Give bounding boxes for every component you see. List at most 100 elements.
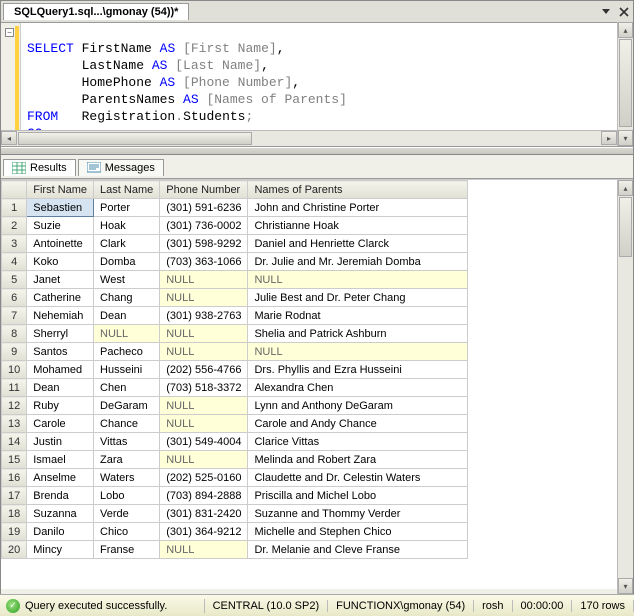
cell[interactable]: Danilo bbox=[27, 523, 94, 541]
row-number[interactable]: 8 bbox=[2, 325, 27, 343]
cell[interactable]: Michelle and Stephen Chico bbox=[248, 523, 468, 541]
cell[interactable]: Janet bbox=[27, 271, 94, 289]
table-row[interactable]: 16AnselmeWaters(202) 525-0160Claudette a… bbox=[2, 469, 468, 487]
cell[interactable]: Ismael bbox=[27, 451, 94, 469]
table-row[interactable]: 6CatherineChangNULLJulie Best and Dr. Pe… bbox=[2, 289, 468, 307]
row-number[interactable]: 12 bbox=[2, 397, 27, 415]
row-number[interactable]: 13 bbox=[2, 415, 27, 433]
table-row[interactable]: 9SantosPachecoNULLNULL bbox=[2, 343, 468, 361]
cell[interactable]: Ruby bbox=[27, 397, 94, 415]
table-row[interactable]: 20MincyFranseNULLDr. Melanie and Cleve F… bbox=[2, 541, 468, 559]
cell[interactable]: NULL bbox=[248, 271, 468, 289]
cell[interactable]: (301) 831-2420 bbox=[160, 505, 248, 523]
cell[interactable]: (703) 363-1066 bbox=[160, 253, 248, 271]
cell[interactable]: Drs. Phyllis and Ezra Husseini bbox=[248, 361, 468, 379]
cell[interactable]: Sherryl bbox=[27, 325, 94, 343]
row-number[interactable]: 16 bbox=[2, 469, 27, 487]
cell[interactable]: (301) 591-6236 bbox=[160, 199, 248, 217]
tab-dropdown-icon[interactable] bbox=[598, 4, 614, 20]
row-number[interactable]: 9 bbox=[2, 343, 27, 361]
results-grid[interactable]: First NameLast NamePhone NumberNames of … bbox=[1, 180, 468, 559]
cell[interactable]: Verde bbox=[94, 505, 160, 523]
file-tab[interactable]: SQLQuery1.sql...\gmonay (54))* bbox=[3, 3, 189, 20]
cell[interactable]: Chen bbox=[94, 379, 160, 397]
cell[interactable]: West bbox=[94, 271, 160, 289]
table-row[interactable]: 19DaniloChico(301) 364-9212Michelle and … bbox=[2, 523, 468, 541]
cell[interactable]: (202) 525-0160 bbox=[160, 469, 248, 487]
table-row[interactable]: 12RubyDeGaramNULLLynn and Anthony DeGara… bbox=[2, 397, 468, 415]
cell[interactable]: Antoinette bbox=[27, 235, 94, 253]
table-row[interactable]: 7NehemiahDean(301) 938-2763Marie Rodnat bbox=[2, 307, 468, 325]
tab-messages[interactable]: Messages bbox=[78, 159, 164, 176]
cell[interactable]: Hoak bbox=[94, 217, 160, 235]
cell[interactable]: Chico bbox=[94, 523, 160, 541]
cell[interactable]: Christianne Hoak bbox=[248, 217, 468, 235]
row-number[interactable]: 1 bbox=[2, 199, 27, 217]
cell[interactable]: Daniel and Henriette Clarck bbox=[248, 235, 468, 253]
cell[interactable]: Anselme bbox=[27, 469, 94, 487]
table-row[interactable]: 15IsmaelZaraNULLMelinda and Robert Zara bbox=[2, 451, 468, 469]
cell[interactable]: NULL bbox=[160, 289, 248, 307]
cell[interactable]: Brenda bbox=[27, 487, 94, 505]
table-row[interactable]: 10MohamedHusseini(202) 556-4766Drs. Phyl… bbox=[2, 361, 468, 379]
scroll-down-icon[interactable]: ▾ bbox=[618, 130, 633, 146]
cell[interactable]: Mohamed bbox=[27, 361, 94, 379]
row-number[interactable]: 2 bbox=[2, 217, 27, 235]
cell[interactable]: NULL bbox=[160, 397, 248, 415]
cell[interactable]: Domba bbox=[94, 253, 160, 271]
cell[interactable]: Suzanna bbox=[27, 505, 94, 523]
cell[interactable]: Waters bbox=[94, 469, 160, 487]
cell[interactable]: (301) 364-9212 bbox=[160, 523, 248, 541]
cell[interactable]: Zara bbox=[94, 451, 160, 469]
row-number[interactable]: 10 bbox=[2, 361, 27, 379]
cell[interactable]: Priscilla and Michel Lobo bbox=[248, 487, 468, 505]
row-number[interactable]: 6 bbox=[2, 289, 27, 307]
editor-vscrollbar[interactable]: ▴ ▾ bbox=[617, 22, 633, 146]
table-row[interactable]: 17BrendaLobo(703) 894-2888Priscilla and … bbox=[2, 487, 468, 505]
cell[interactable]: Vittas bbox=[94, 433, 160, 451]
cell[interactable]: (202) 556-4766 bbox=[160, 361, 248, 379]
cell[interactable]: Chance bbox=[94, 415, 160, 433]
sql-code[interactable]: SELECT FirstName AS [First Name], LastNa… bbox=[21, 36, 633, 133]
cell[interactable]: NULL bbox=[160, 271, 248, 289]
row-number[interactable]: 15 bbox=[2, 451, 27, 469]
cell[interactable]: NULL bbox=[160, 343, 248, 361]
cell[interactable]: DeGaram bbox=[94, 397, 160, 415]
results-grid-container[interactable]: First NameLast NamePhone NumberNames of … bbox=[1, 179, 633, 589]
table-row[interactable]: 5JanetWestNULLNULL bbox=[2, 271, 468, 289]
cell[interactable]: Porter bbox=[94, 199, 160, 217]
cell[interactable]: Clark bbox=[94, 235, 160, 253]
table-row[interactable]: 2SuzieHoak(301) 736-0002Christianne Hoak bbox=[2, 217, 468, 235]
grid-vscrollbar[interactable]: ▴ ▾ bbox=[617, 180, 633, 594]
fold-minus-icon[interactable]: − bbox=[5, 28, 14, 37]
column-header[interactable]: First Name bbox=[27, 181, 94, 199]
table-row[interactable]: 14JustinVittas(301) 549-4004Clarice Vitt… bbox=[2, 433, 468, 451]
row-number[interactable]: 19 bbox=[2, 523, 27, 541]
cell[interactable]: Husseini bbox=[94, 361, 160, 379]
cell[interactable]: Chang bbox=[94, 289, 160, 307]
cell[interactable]: NULL bbox=[160, 541, 248, 559]
sql-editor[interactable]: − SELECT FirstName AS [First Name], Last… bbox=[1, 23, 633, 147]
pane-splitter[interactable] bbox=[1, 147, 633, 155]
cell[interactable]: Pacheco bbox=[94, 343, 160, 361]
cell[interactable]: NULL bbox=[160, 415, 248, 433]
cell[interactable]: Alexandra Chen bbox=[248, 379, 468, 397]
scroll-up-icon[interactable]: ▴ bbox=[618, 22, 633, 38]
column-header[interactable]: Last Name bbox=[94, 181, 160, 199]
cell[interactable]: Marie Rodnat bbox=[248, 307, 468, 325]
cell[interactable]: Dean bbox=[27, 379, 94, 397]
cell[interactable]: Catherine bbox=[27, 289, 94, 307]
row-number[interactable]: 4 bbox=[2, 253, 27, 271]
column-header[interactable]: Names of Parents bbox=[248, 181, 468, 199]
cell[interactable]: (703) 518-3372 bbox=[160, 379, 248, 397]
scroll-up-icon[interactable]: ▴ bbox=[618, 180, 633, 196]
scroll-down-icon[interactable]: ▾ bbox=[618, 578, 633, 594]
cell[interactable]: NULL bbox=[160, 451, 248, 469]
table-row[interactable]: 11DeanChen(703) 518-3372Alexandra Chen bbox=[2, 379, 468, 397]
scroll-left-icon[interactable]: ◂ bbox=[1, 131, 17, 145]
tab-results[interactable]: Results bbox=[3, 159, 76, 176]
cell[interactable]: Mincy bbox=[27, 541, 94, 559]
cell[interactable]: Santos bbox=[27, 343, 94, 361]
close-icon[interactable] bbox=[616, 4, 632, 20]
row-number[interactable]: 3 bbox=[2, 235, 27, 253]
